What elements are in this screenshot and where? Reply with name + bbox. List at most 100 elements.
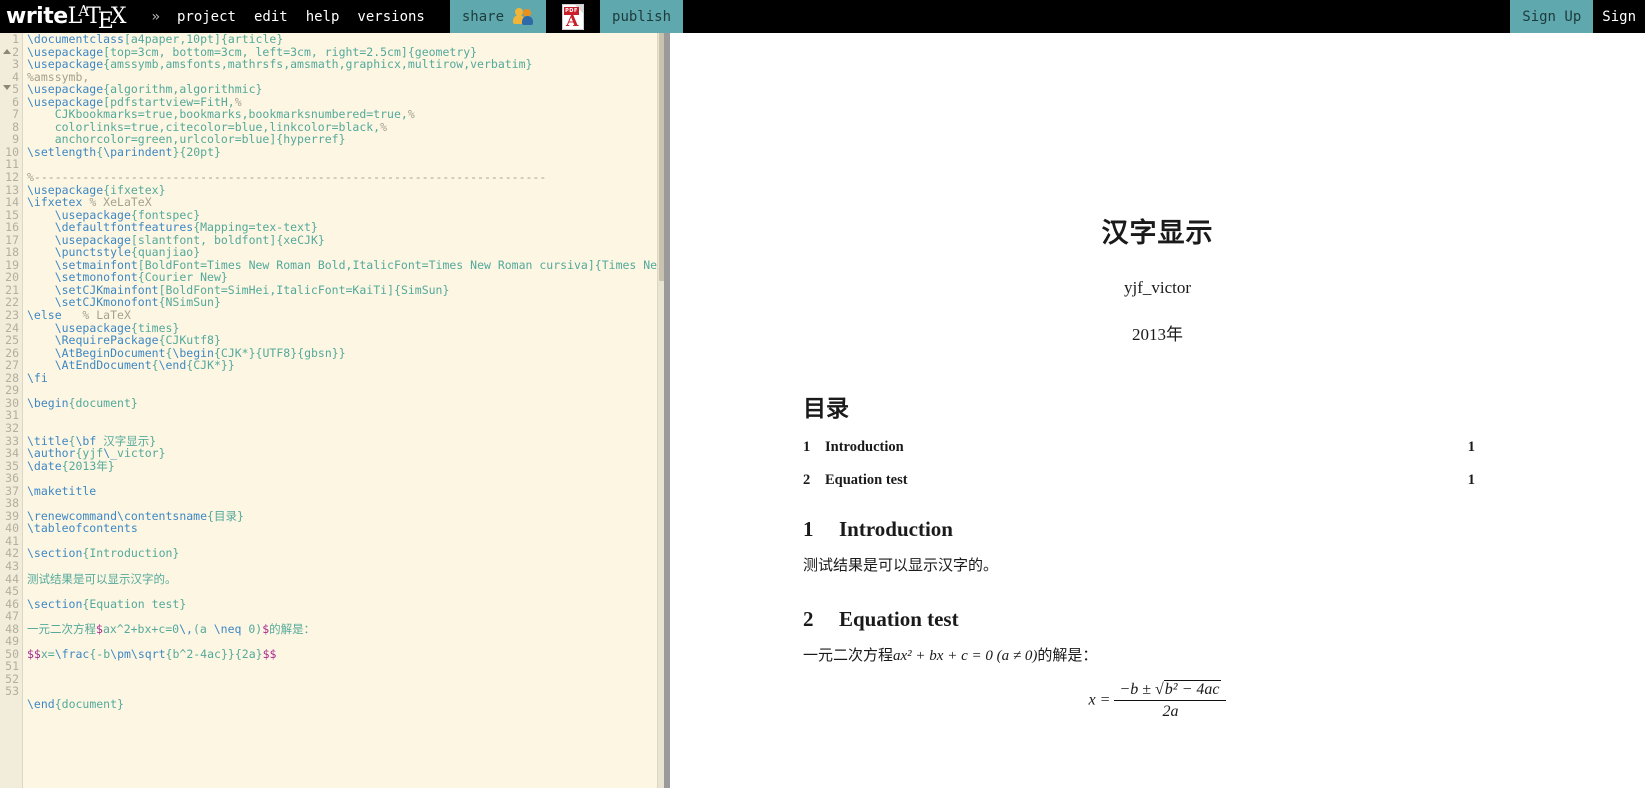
line-number: 16 (5, 220, 19, 235)
section-heading-2: 2 Equation test (803, 607, 1645, 632)
line-number: 18 (5, 245, 19, 260)
equation-radicand: b² − 4ac (1163, 680, 1222, 698)
code-line[interactable] (27, 409, 657, 422)
code-line[interactable] (27, 660, 657, 673)
code-line[interactable]: 一元二次方程$ax^2+bx+c=0\,(a \neq 0)$的解是： (27, 622, 657, 636)
document-title: 汉字显示 (1101, 218, 1214, 249)
line-number: 34 (5, 446, 19, 461)
code-line[interactable]: \tableofcontents (27, 522, 657, 535)
code-line[interactable]: \author{yjf\_victor} (27, 447, 657, 460)
code-line[interactable]: \fi (27, 371, 657, 385)
line-number: 12 (5, 170, 19, 185)
line-number: 29 (5, 383, 19, 398)
sign-up-label: Sign Up (1522, 8, 1582, 25)
triangle-down-icon[interactable] (3, 85, 11, 90)
code-line[interactable]: \date{2013年} (27, 459, 657, 473)
code-area[interactable]: \documentclass[a4paper,10pt]{article} \us… (27, 33, 664, 711)
section-2-body: 一元二次方程ax² + bx + c = 0 (a ≠ 0)的解是： (803, 644, 1645, 665)
logo-write-text: write (6, 4, 68, 29)
toc-entry-label: Introduction (825, 439, 904, 455)
code-line[interactable]: \setlength{\parindent}{20pt} (27, 146, 657, 159)
sign-in-label: Sign (1602, 8, 1636, 25)
line-number: 25 (5, 333, 19, 348)
code-line[interactable]: \AtEndDocument{\end{CJK*}} (27, 359, 657, 372)
square-root-icon: √b² − 4ac (1155, 680, 1222, 698)
equation-numerator-prefix: −b ± (1119, 681, 1151, 698)
equation-denominator: 2a (1162, 703, 1179, 720)
equation-numerator: −b ± √b² − 4ac (1114, 680, 1227, 701)
latex-source-editor[interactable]: 1 2 3 4 5 6 7 8 9 10 11 12 13 14 15 16 17 18 19 20 21 22 23 24 2… (0, 33, 670, 788)
code-line[interactable]: 测试结果是可以显示汉字的。 (27, 572, 657, 586)
line-number: 40 (5, 521, 19, 536)
pdf-preview-pane[interactable]: 汉字显示 yjf_victor 2013年 目录 1 Introduction … (670, 33, 1645, 788)
line-number: 27 (5, 358, 19, 373)
section-heading-1: 1 Introduction (803, 517, 1645, 542)
menu-item-edit[interactable]: edit (245, 0, 297, 33)
line-number: 1 (12, 33, 19, 46)
section-number: 2 (803, 607, 814, 631)
line-number: 45 (5, 584, 19, 599)
section-2-inline-equation: ax² + bx + c = 0 (a ≠ 0) (893, 648, 1038, 664)
line-number: 43 (5, 558, 19, 573)
line-number-gutter: 1 2 3 4 5 6 7 8 9 10 11 12 13 14 15 16 17 18 19 20 21 22 23 24 2… (0, 33, 23, 788)
code-line[interactable]: \begin{document} (27, 397, 657, 410)
toc-entry-1[interactable]: 1 Introduction 1 (803, 439, 1475, 456)
line-number: 53 (5, 684, 19, 699)
section-title: Introduction (839, 517, 953, 541)
equation-lhs: x = (1088, 691, 1111, 709)
pdf-icon: PDF A (562, 3, 585, 30)
menu-item-versions[interactable]: versions (348, 0, 433, 33)
share-button[interactable]: share (449, 0, 547, 33)
code-line[interactable]: \section{Introduction} (27, 547, 657, 560)
code-line[interactable]: \maketitle (27, 484, 657, 498)
people-icon (512, 7, 534, 26)
section-1-body: 测试结果是可以显示汉字的。 (803, 558, 999, 574)
code-line[interactable] (27, 472, 657, 485)
line-number: 3 (12, 57, 19, 72)
equation-fraction: −b ± √b² − 4ac 2a (1114, 680, 1227, 721)
line-number: 14 (5, 195, 19, 210)
pdf-icon-letter: A (566, 10, 579, 30)
toc-entry-2[interactable]: 2 Equation test 1 (803, 472, 1475, 489)
line-number: 7 (12, 107, 19, 122)
app-logo[interactable]: write L A T E X (0, 0, 150, 34)
publish-button[interactable]: publish (600, 0, 684, 33)
toc-entry-label: Equation test (825, 472, 908, 488)
line-number: 47 (5, 609, 19, 624)
document-author: yjf_victor (1123, 278, 1192, 297)
top-toolbar: write L A T E X » project edit help versions … (0, 0, 1645, 33)
logo-latex-x: X (110, 4, 127, 29)
code-line[interactable] (27, 673, 657, 686)
chevron-right-icon[interactable]: » (150, 0, 168, 33)
code-line[interactable]: \usepackage{amssymb,amsfonts,mathrsfs,am… (27, 58, 657, 71)
menu-item-project[interactable]: project (168, 0, 245, 33)
download-pdf-button[interactable]: PDF A (546, 0, 601, 33)
section-number: 1 (803, 517, 814, 541)
toc-entry-page: 1 (1467, 439, 1475, 455)
menu-item-help[interactable]: help (297, 0, 349, 33)
line-number: 36 (5, 471, 19, 486)
share-label: share (461, 8, 505, 25)
sign-in-button[interactable]: Sign (1593, 0, 1645, 33)
line-number: 51 (5, 659, 19, 674)
toc-entry-number: 1 (803, 439, 811, 455)
toc-entry-page: 1 (1467, 472, 1475, 488)
sign-up-button[interactable]: Sign Up (1510, 0, 1594, 33)
section-title: Equation test (839, 607, 959, 631)
code-line[interactable]: \section{Equation test} (27, 597, 657, 611)
toc-heading: 目录 (803, 396, 849, 422)
line-number: 32 (5, 420, 19, 435)
triangle-up-icon[interactable] (3, 49, 11, 54)
publish-label: publish (612, 8, 672, 25)
section-2-body-prefix: 一元二次方程 (803, 648, 894, 664)
code-line[interactable]: $$x=\frac{-b\pm\sqrt{b^2-4ac}}{2a}$$ (27, 648, 657, 661)
code-line[interactable]: \end{document} (27, 698, 657, 711)
toc-entry-number: 2 (803, 472, 811, 488)
toolbar-spacer (683, 0, 1511, 33)
line-number: 38 (5, 496, 19, 511)
line-number: 49 (5, 634, 19, 649)
document-date: 2013年 (1132, 325, 1183, 344)
display-equation: x = −b ± √b² − 4ac 2a (670, 680, 1645, 721)
section-2-body-suffix: 的解是： (1037, 648, 1098, 664)
line-number: 23 (5, 308, 19, 323)
